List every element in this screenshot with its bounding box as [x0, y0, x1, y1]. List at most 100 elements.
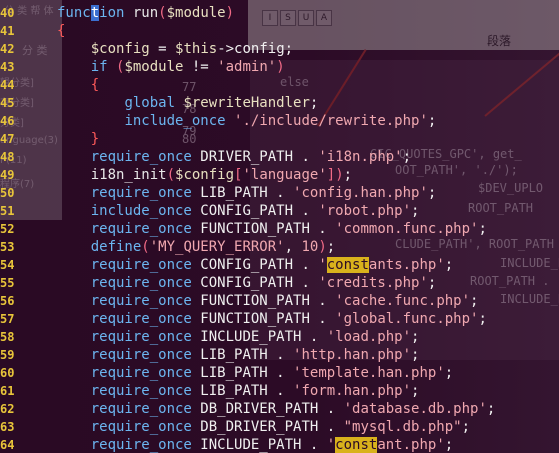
code-line[interactable]: require_once LIB_PATH . 'http.han.php';: [57, 346, 420, 364]
line-number: 49: [0, 168, 15, 182]
code-line[interactable]: if ($module != 'admin'): [57, 58, 285, 76]
line-number: 40: [0, 6, 15, 20]
code-token: global: [124, 95, 176, 111]
code-line[interactable]: require_once FUNCTION_PATH . 'cache.func…: [57, 292, 479, 310]
code-token: ]: [326, 167, 336, 183]
terminal-editor-window: 分 类 帮 体 分 类 辑分类] 有分类] 分类] anguage(3) P(1…: [0, 0, 559, 453]
line-number: 44: [0, 78, 15, 92]
line-number: 54: [0, 258, 15, 272]
code-line[interactable]: include_once CONFIG_PATH . 'robot.php';: [57, 202, 420, 220]
code-token: $rewriteHandler: [183, 95, 310, 111]
line-number: 61: [0, 384, 15, 398]
line-number: 46: [0, 114, 15, 128]
code-token: include_once: [90, 203, 192, 219]
code-token: 'robot.php': [318, 203, 412, 219]
code-token: if: [90, 59, 108, 75]
code-line[interactable]: require_once DB_DRIVER_PATH . "mysql.db.…: [57, 418, 470, 436]
code-token: DB_DRIVER_PATH .: [191, 419, 344, 435]
code-token: ;: [411, 329, 420, 345]
line-number: 43: [0, 60, 15, 74]
code-token: ;: [309, 95, 319, 111]
code-line[interactable]: global $rewriteHandler;: [57, 94, 318, 112]
code-token: func: [57, 5, 91, 21]
code-line[interactable]: i18n_init($config['language']);: [57, 166, 352, 184]
code-token: include_once: [124, 113, 226, 129]
code-token: ': [318, 257, 327, 273]
code-token: define: [90, 239, 142, 255]
code-line[interactable]: require_once FUNCTION_PATH . 'global.fun…: [57, 310, 487, 328]
code-token: ': [326, 437, 336, 453]
code-token: FUNCTION_PATH .: [191, 293, 336, 309]
code-token: run: [132, 5, 159, 21]
code-token: 'common.func.php': [335, 221, 479, 237]
code-line[interactable]: require_once LIB_PATH . 'config.han.php'…: [57, 184, 437, 202]
code-token: ;: [444, 365, 454, 381]
line-number: 50: [0, 186, 15, 200]
code-token: }: [90, 131, 100, 147]
code-token: ;: [461, 419, 471, 435]
code-token: ;: [411, 203, 420, 219]
code-line[interactable]: include_once './include/rewrite.php';: [57, 112, 436, 130]
code-line[interactable]: function run($module): [57, 4, 234, 22]
background-sidebar-item: 分 类: [22, 44, 48, 57]
code-token: require_once: [90, 221, 192, 237]
code-line[interactable]: require_once INCLUDE_PATH . 'load.php';: [57, 328, 420, 346]
code-token: './include/rewrite.php': [234, 113, 428, 129]
code-token: ants.php': [368, 257, 445, 273]
code-line[interactable]: $config = $this->config;: [57, 40, 293, 58]
code-token: i18n_init: [90, 167, 167, 183]
code-token: 'database.db.php': [343, 401, 487, 417]
code-token: (: [141, 239, 150, 255]
code-line[interactable]: require_once CONFIG_PATH . 'constants.ph…: [57, 256, 453, 274]
code-editor[interactable]: function run($module){ $config = $this->…: [57, 0, 559, 453]
code-token: 'i18n.php': [318, 149, 403, 165]
code-line[interactable]: require_once DB_DRIVER_PATH . 'database.…: [57, 400, 496, 418]
code-line[interactable]: define('MY_QUERY_ERROR', 10);: [57, 238, 335, 256]
code-token: ->config;: [217, 41, 294, 57]
code-line[interactable]: require_once CONFIG_PATH . 'credits.php'…: [57, 274, 437, 292]
line-number: 57: [0, 312, 15, 326]
code-token: =: [149, 41, 176, 57]
code-token: ;: [478, 311, 487, 327]
code-token: ;: [427, 113, 437, 129]
code-token: require_once: [90, 257, 192, 273]
code-token: 10: [301, 239, 319, 255]
code-line[interactable]: require_once LIB_PATH . 'form.han.php';: [57, 382, 420, 400]
code-line[interactable]: require_once LIB_PATH . 'template.han.ph…: [57, 364, 453, 382]
code-line[interactable]: require_once DRIVER_PATH . 'i18n.php';: [57, 148, 411, 166]
code-token: LIB_PATH .: [191, 347, 294, 363]
code-token: (: [166, 167, 176, 183]
code-token: require_once: [90, 383, 192, 399]
code-token: require_once: [90, 329, 192, 345]
code-token: require_once: [90, 275, 192, 291]
code-line[interactable]: }: [57, 130, 99, 148]
code-token: ;: [478, 221, 487, 237]
code-line[interactable]: {: [57, 76, 99, 94]
code-line[interactable]: require_once FUNCTION_PATH . 'common.fun…: [57, 220, 487, 238]
text-cursor: t: [90, 5, 100, 21]
code-token: 'credits.php': [318, 275, 428, 291]
code-token: require_once: [90, 419, 192, 435]
code-token: $module: [166, 5, 226, 21]
code-token: LIB_PATH .: [191, 365, 294, 381]
code-token: DRIVER_PATH .: [191, 149, 319, 165]
line-number: 58: [0, 330, 15, 344]
code-line[interactable]: {: [57, 22, 65, 40]
code-line[interactable]: require_once INCLUDE_PATH . 'constant.ph…: [57, 436, 453, 453]
code-token: INCLUDE_PATH .: [191, 329, 327, 345]
code-token: 'MY_QUERY_ERROR': [149, 239, 285, 255]
code-token: $config: [175, 167, 235, 183]
code-token: require_once: [90, 311, 192, 327]
code-token: require_once: [90, 293, 192, 309]
